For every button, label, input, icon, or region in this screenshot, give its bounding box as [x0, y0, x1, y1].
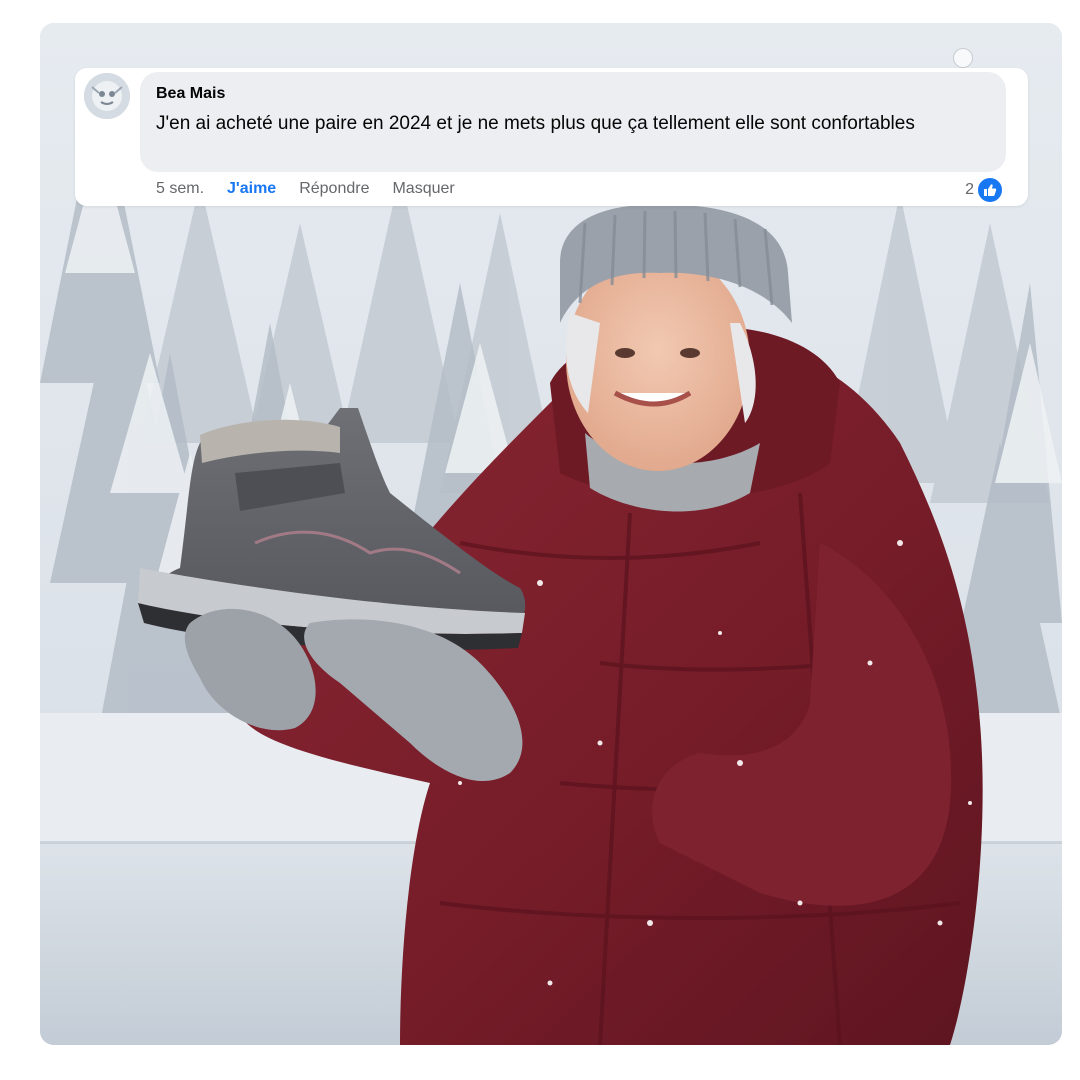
reply-button[interactable]: Répondre: [299, 180, 369, 198]
like-button[interactable]: J'aime: [227, 180, 276, 198]
reaction-summary[interactable]: 2: [965, 176, 1004, 204]
comment-actions: 5 sem. J'aime Répondre Masquer: [156, 179, 478, 199]
thumbs-up-icon: [976, 176, 1004, 204]
comment-timestamp[interactable]: 5 sem.: [156, 180, 204, 198]
comment-card: Bea Mais J'en ai acheté une paire en 202…: [75, 68, 1028, 206]
reaction-count: 2: [965, 181, 974, 198]
avatar[interactable]: [84, 73, 130, 119]
hide-button[interactable]: Masquer: [392, 180, 454, 198]
comment-text: J'en ai acheté une paire en 2024 et je n…: [156, 113, 915, 134]
comment-bubble: Bea Mais J'en ai acheté une paire en 202…: [140, 72, 1006, 172]
comment-author[interactable]: Bea Mais: [156, 85, 225, 103]
scroll-indicator: [953, 48, 973, 68]
